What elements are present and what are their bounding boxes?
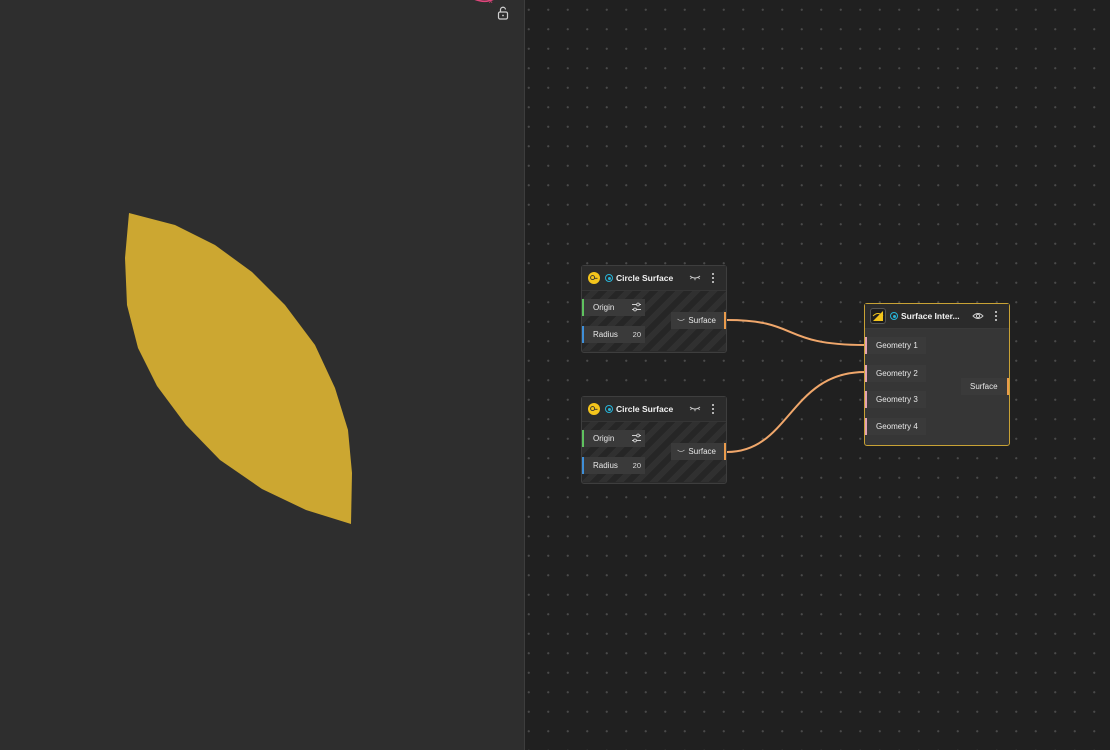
input-port-geometry-4[interactable]: Geometry 4 (865, 418, 926, 435)
port-label: Radius (593, 461, 618, 470)
input-port-geometry-1[interactable]: Geometry 1 (865, 337, 926, 354)
wire-circle2-to-geometry2 (726, 371, 866, 453)
input-port-radius[interactable]: Radius 20 (582, 457, 645, 474)
port-label: Surface (970, 382, 998, 391)
preview-indicator-icon[interactable] (605, 274, 613, 282)
port-label: Geometry 2 (876, 369, 918, 378)
input-port-geometry-3[interactable]: Geometry 3 (865, 391, 926, 408)
output-port-surface[interactable]: Surface (961, 378, 1009, 395)
port-label: Geometry 3 (876, 395, 918, 404)
port-label: Geometry 4 (876, 422, 918, 431)
node-title: Surface Inter... (901, 311, 960, 321)
wire-circle1-to-geometry1 (726, 319, 866, 346)
node-graph-canvas[interactable]: Circle Surface Origin Radius 20 Surface … (525, 0, 1110, 750)
circle-surface-icon (587, 402, 601, 416)
3d-viewport[interactable]: x (0, 0, 524, 750)
visibility-off-icon[interactable] (677, 316, 686, 325)
port-label: Surface (688, 316, 716, 325)
node-header[interactable]: Circle Surface (582, 266, 726, 291)
output-port-surface[interactable]: Surface (671, 312, 726, 329)
visibility-off-icon[interactable] (677, 447, 686, 456)
port-label: Radius (593, 330, 618, 339)
input-port-origin[interactable]: Origin (582, 430, 645, 447)
radius-value[interactable]: 20 (633, 330, 641, 339)
more-options-icon[interactable] (706, 402, 720, 416)
intersection-surface-shape (125, 213, 352, 524)
svg-text:x: x (489, 0, 493, 5)
circle-surface-node-1[interactable]: Circle Surface Origin Radius 20 Surface (581, 265, 727, 353)
input-port-geometry-2[interactable]: Geometry 2 (865, 365, 926, 382)
node-header[interactable]: Surface Inter... (865, 304, 1009, 329)
input-port-origin[interactable]: Origin (582, 299, 645, 316)
surface-intersection-icon (870, 308, 886, 324)
circle-surface-icon (587, 271, 601, 285)
more-options-icon[interactable] (989, 309, 1003, 323)
preview-indicator-icon[interactable] (890, 312, 898, 320)
port-label: Origin (593, 303, 615, 312)
input-port-radius[interactable]: Radius 20 (582, 326, 645, 343)
node-header[interactable]: Circle Surface (582, 397, 726, 422)
visibility-on-icon[interactable] (971, 309, 985, 323)
port-label: Origin (593, 434, 615, 443)
settings-sliders-icon[interactable] (631, 433, 642, 445)
port-label: Geometry 1 (876, 341, 918, 350)
settings-sliders-icon[interactable] (631, 302, 642, 314)
visibility-off-icon[interactable] (688, 402, 702, 416)
node-title: Circle Surface (616, 273, 674, 283)
preview-indicator-icon[interactable] (605, 405, 613, 413)
visibility-off-icon[interactable] (688, 271, 702, 285)
output-port-surface[interactable]: Surface (671, 443, 726, 460)
more-options-icon[interactable] (706, 271, 720, 285)
unlock-icon[interactable] (496, 6, 510, 20)
connection-wires (726, 319, 866, 453)
radius-value[interactable]: 20 (633, 461, 641, 470)
node-title: Circle Surface (616, 404, 674, 414)
circle-surface-node-2[interactable]: Circle Surface Origin Radius 20 Surface (581, 396, 727, 484)
surface-intersection-node[interactable]: Surface Inter... Geometry 1 Geometry 2 G… (864, 303, 1010, 446)
port-label: Surface (688, 447, 716, 456)
